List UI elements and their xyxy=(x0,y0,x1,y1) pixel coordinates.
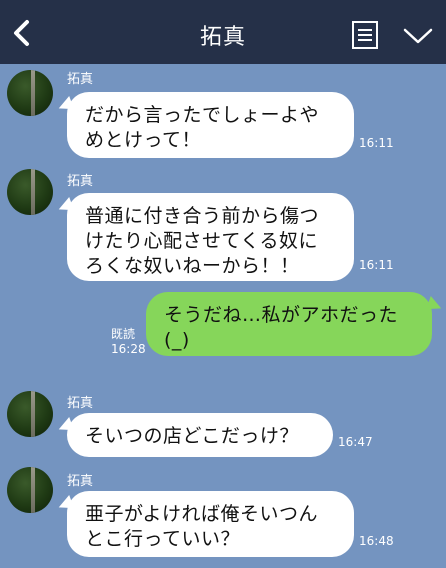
message-time: 16:48 xyxy=(359,534,394,548)
sender-name: 拓真 xyxy=(67,396,94,411)
message-time: 16:11 xyxy=(359,136,394,150)
message-line: そうだね…私がアホだった xyxy=(164,304,399,326)
message-line: とこ行っていい？ xyxy=(85,528,241,550)
read-receipt: 既読 16:28 xyxy=(111,327,146,357)
message-line: ろくな奴いねーから！！ xyxy=(85,255,300,277)
notes-icon xyxy=(352,21,378,49)
chat-title: 拓真 xyxy=(199,25,246,50)
message-line: 普通に付き合う前から傷つ xyxy=(85,205,320,227)
expand-menu-button[interactable] xyxy=(402,26,434,46)
message-time: 16:28 xyxy=(111,342,146,356)
message-bubble[interactable]: 普通に付き合う前から傷つ けたり心配させてくる奴に ろくな奴いねーから！！ xyxy=(67,193,354,281)
message-line: そいつの店どこだっけ？ xyxy=(85,425,299,447)
back-button[interactable] xyxy=(8,18,34,48)
chevron-down-icon xyxy=(403,28,433,44)
avatar[interactable] xyxy=(7,391,53,437)
message-bubble[interactable]: 亜子がよければ俺そいつん とこ行っていい？ xyxy=(67,491,354,557)
read-label: 既読 xyxy=(111,327,136,341)
sender-name: 拓真 xyxy=(67,474,94,489)
message-time: 16:11 xyxy=(359,258,394,272)
message-line: 亜子がよければ俺そいつん xyxy=(85,503,319,525)
sender-name: 拓真 xyxy=(67,174,94,189)
chevron-left-icon xyxy=(14,20,29,46)
sender-name: 拓真 xyxy=(67,72,94,87)
message-bubble[interactable]: そいつの店どこだっけ？ xyxy=(67,413,333,457)
avatar[interactable] xyxy=(7,169,53,215)
message-bubble[interactable]: そうだね…私がアホだった (_) xyxy=(146,292,432,356)
avatar[interactable] xyxy=(7,467,53,513)
message-line: だから言ったでしょーよや xyxy=(85,104,320,126)
chat-header: 拓真 xyxy=(0,0,446,64)
avatar[interactable] xyxy=(7,70,53,116)
message-time: 16:47 xyxy=(338,435,373,449)
notes-button[interactable] xyxy=(351,20,379,50)
message-line: めとけって！ xyxy=(85,129,202,151)
message-bubble[interactable]: だから言ったでしょーよや めとけって！ xyxy=(67,92,354,158)
message-line: けたり心配させてくる奴に xyxy=(85,230,319,252)
message-line: (_) xyxy=(164,329,190,351)
